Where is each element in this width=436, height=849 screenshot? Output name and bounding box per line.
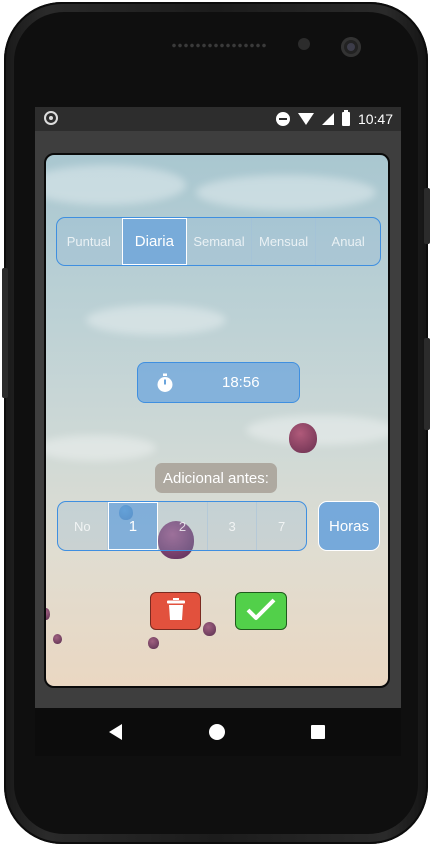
balloon-decoration	[148, 637, 159, 649]
front-camera	[341, 37, 361, 57]
advance-option-1[interactable]: 1	[107, 502, 159, 550]
time-value: 18:56	[222, 374, 260, 391]
unit-hours-button[interactable]: Horas	[318, 501, 380, 551]
home-icon[interactable]	[209, 724, 225, 740]
earpiece-speaker	[171, 42, 267, 49]
stopwatch-icon	[155, 373, 175, 393]
screen: 10:47 Puntual Diaria Semanal Mensual Anu…	[35, 107, 401, 708]
wifi-icon	[297, 113, 314, 125]
checkmark-icon	[246, 597, 276, 626]
do-not-disturb-icon	[275, 112, 290, 126]
reminder-card: Puntual Diaria Semanal Mensual Anual 18:…	[44, 153, 390, 688]
advance-selector: No 1 2 3 7	[57, 501, 307, 551]
tab-diaria[interactable]: Diaria	[121, 218, 188, 265]
battery-icon	[341, 110, 350, 126]
advance-option-2[interactable]: 2	[158, 502, 208, 550]
advance-option-3[interactable]: 3	[208, 502, 258, 550]
balloon-decoration	[289, 423, 317, 453]
app-area: Puntual Diaria Semanal Mensual Anual 18:…	[35, 131, 401, 708]
confirm-button[interactable]	[235, 592, 287, 630]
recent-apps-icon[interactable]	[311, 725, 325, 739]
side-button-right-volume	[424, 338, 430, 430]
cloud-decoration	[86, 305, 226, 335]
balloon-decoration	[46, 608, 50, 620]
time-picker-button[interactable]: 18:56	[137, 362, 300, 403]
side-button-left	[2, 268, 8, 398]
status-time: 10:47	[357, 111, 393, 127]
advance-label: Adicional antes:	[155, 463, 277, 493]
status-bar: 10:47	[35, 107, 401, 131]
tab-anual[interactable]: Anual	[316, 218, 380, 265]
cloud-decoration	[196, 175, 376, 210]
tab-puntual[interactable]: Puntual	[57, 218, 122, 265]
advance-option-no[interactable]: No	[58, 502, 108, 550]
side-button-right-top	[424, 188, 430, 244]
advance-option-7[interactable]: 7	[257, 502, 306, 550]
proximity-sensor	[298, 38, 310, 50]
notification-icon	[44, 111, 58, 125]
trash-icon	[166, 597, 185, 625]
cloud-decoration	[246, 415, 388, 445]
cloud-decoration	[46, 435, 156, 461]
periodicity-selector: Puntual Diaria Semanal Mensual Anual	[56, 217, 381, 266]
balloon-decoration	[53, 634, 62, 644]
cloud-decoration	[46, 165, 186, 205]
back-icon[interactable]	[109, 724, 122, 740]
tab-semanal[interactable]: Semanal	[187, 218, 252, 265]
navigation-bar	[35, 708, 401, 756]
signal-icon	[321, 113, 334, 125]
balloon-decoration	[203, 622, 216, 636]
status-icons: 10:47	[275, 110, 393, 128]
tab-mensual[interactable]: Mensual	[252, 218, 317, 265]
delete-button[interactable]	[150, 592, 201, 630]
